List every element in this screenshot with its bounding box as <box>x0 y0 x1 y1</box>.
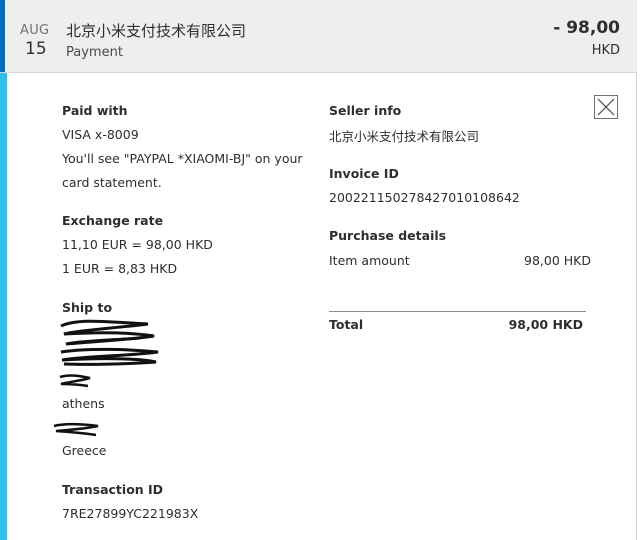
total-label: Total <box>329 317 364 332</box>
transaction-id-label: Transaction ID <box>62 482 164 497</box>
ship-to-country: Greece <box>62 443 107 458</box>
item-amount-label: Item amount <box>329 253 410 268</box>
seller-info-label: Seller info <box>329 103 402 118</box>
statement-note-line2: card statement. <box>62 175 162 190</box>
paid-with-label: Paid with <box>62 103 128 118</box>
statement-note-line1: You'll see "PAYPAL *XIAOMI-BJ" on your <box>62 151 303 166</box>
exchange-rate-line1: 11,10 EUR = 98,00 HKD <box>62 237 213 252</box>
purchase-details-label: Purchase details <box>329 228 447 243</box>
merchant-name: 北京小米支付技术有限公司 <box>66 22 247 40</box>
date-day: 15 <box>25 39 47 59</box>
transaction-type: Payment <box>66 45 123 60</box>
item-amount-value: 98,00 HKD <box>524 253 591 268</box>
redacted-address-scribble <box>60 347 159 366</box>
exchange-rate-label: Exchange rate <box>62 213 164 228</box>
transaction-amount: - 98,00 <box>553 18 620 38</box>
total-divider <box>329 311 586 312</box>
redacted-postcode-scribble <box>59 374 91 388</box>
transaction-id-value: 7RE27899YC221983X <box>62 506 199 521</box>
transaction-header[interactable]: AUG 15 北京小米支付技术有限公司 Payment - 98,00 HKD <box>0 0 637 73</box>
date-month: AUG <box>20 23 50 38</box>
close-icon <box>597 98 615 116</box>
redacted-region-scribble <box>53 422 99 437</box>
transaction-detail-panel: AUG 15 北京小米支付技术有限公司 Payment - 98,00 HKD … <box>0 0 637 540</box>
header-accent-bar <box>0 0 5 72</box>
ship-to-label: Ship to <box>62 300 113 315</box>
invoice-id-label: Invoice ID <box>329 166 399 181</box>
close-button[interactable] <box>594 95 618 119</box>
exchange-rate-line2: 1 EUR = 8,83 HKD <box>62 261 178 276</box>
redacted-name-scribble <box>60 319 155 346</box>
seller-name: 北京小米支付技术有限公司 <box>329 129 480 144</box>
ship-to-city: athens <box>62 396 105 411</box>
card-info: VISA x-8009 <box>62 127 139 142</box>
transaction-currency: HKD <box>591 43 620 58</box>
total-value: 98,00 HKD <box>508 317 583 332</box>
detail-accent-bar <box>0 73 7 540</box>
invoice-id-value: 20022115027842701010864​2 <box>329 190 520 205</box>
